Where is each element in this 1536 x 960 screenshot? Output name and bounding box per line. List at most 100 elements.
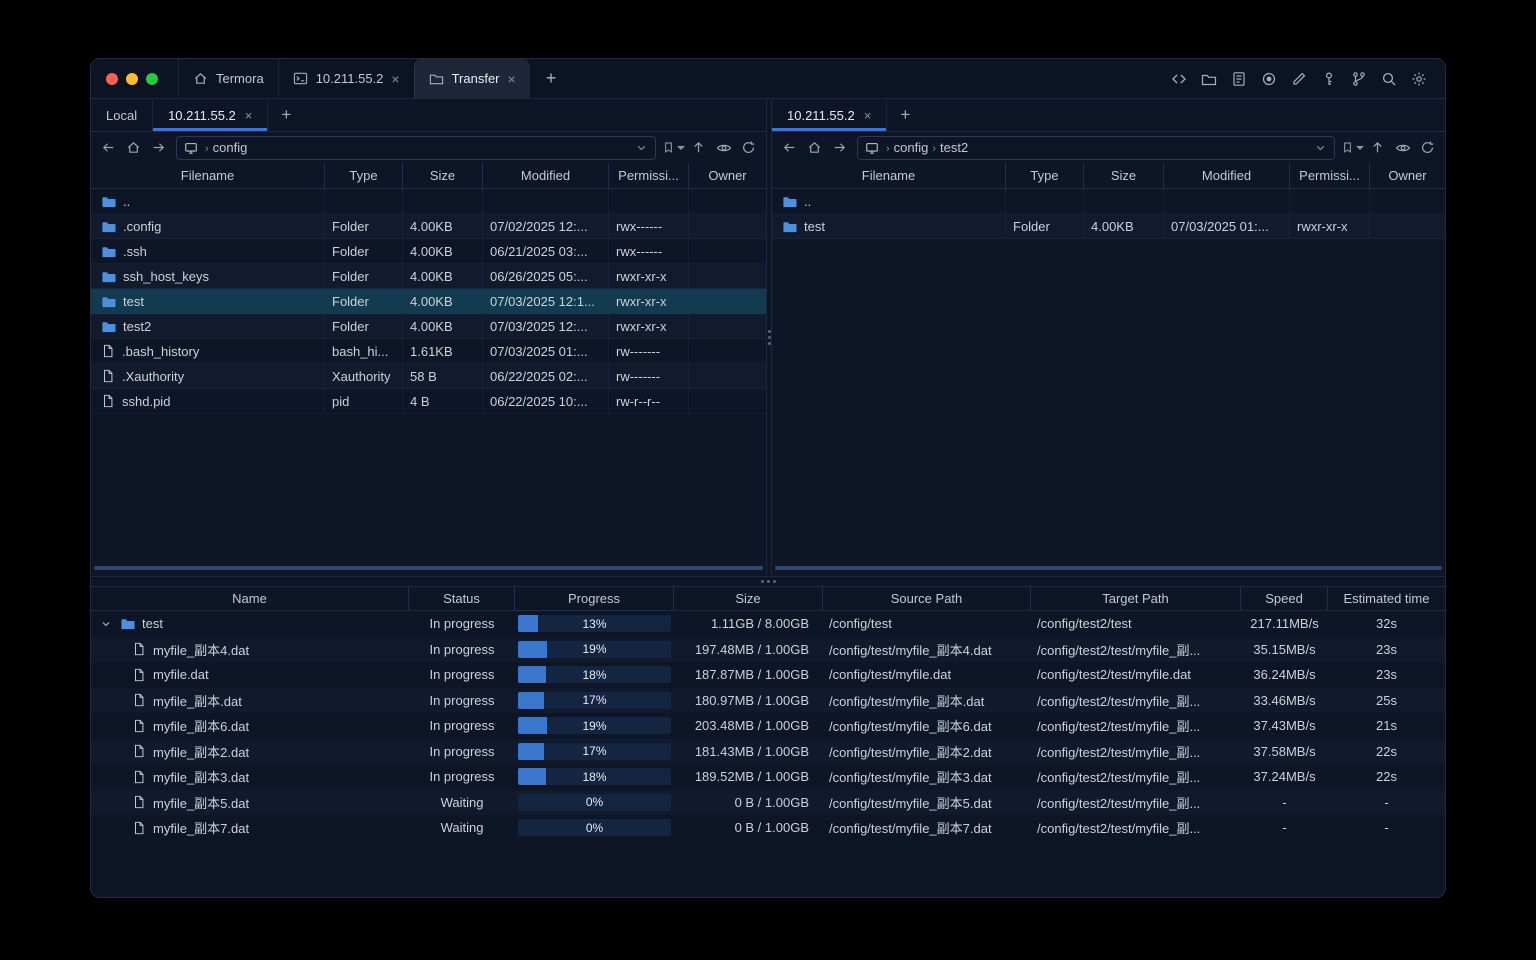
file-icon	[132, 668, 146, 682]
column-header-size[interactable]: Size	[403, 163, 483, 188]
refresh-button[interactable]	[1415, 136, 1440, 160]
horizontal-scrollbar[interactable]	[94, 566, 763, 570]
notes-icon[interactable]	[1227, 67, 1251, 91]
column-header-speed[interactable]: Speed	[1241, 587, 1328, 610]
column-header-estimated-time[interactable]: Estimated time	[1328, 587, 1445, 610]
transfer-speed: -	[1282, 794, 1287, 810]
edit-icon[interactable]	[1287, 67, 1311, 91]
file-row[interactable]: .ssh Folder 4.00KB 06/21/2025 03:... rwx…	[91, 239, 766, 264]
transfer-row[interactable]: myfile_副本4.dat In progress 19% 197.48MB …	[91, 636, 1445, 662]
key-icon[interactable]	[1317, 67, 1341, 91]
transfer-name: myfile_副本.dat	[153, 693, 242, 709]
file-row[interactable]: ..	[91, 189, 766, 214]
show-hidden-files-button[interactable]	[1390, 136, 1415, 160]
add-panel-tab-button[interactable]: +	[887, 99, 923, 131]
new-tab-button[interactable]: +	[530, 59, 573, 98]
breadcrumb-segment[interactable]: config	[894, 140, 929, 155]
column-header-progress[interactable]: Progress	[515, 587, 674, 610]
forward-button[interactable]	[827, 136, 852, 160]
titlebar-tab[interactable]: Transfer ×	[413, 59, 530, 98]
file-row[interactable]: test Folder 4.00KB 07/03/2025 01:... rwx…	[772, 214, 1445, 239]
column-header-type[interactable]: Type	[1006, 163, 1084, 188]
file-row[interactable]: test Folder 4.00KB 07/03/2025 12:1... rw…	[91, 289, 766, 314]
add-panel-tab-button[interactable]: +	[268, 99, 304, 131]
show-hidden-files-button[interactable]	[711, 136, 736, 160]
breadcrumb-segment[interactable]: test2	[940, 140, 968, 155]
close-tab-icon[interactable]: ×	[245, 108, 253, 123]
transfer-row[interactable]: myfile_副本7.dat Waiting 0% 0 B / 1.00GB /…	[91, 815, 1445, 841]
back-button[interactable]	[777, 136, 802, 160]
address-bar[interactable]: › config	[176, 135, 656, 160]
chevron-down-icon[interactable]	[635, 141, 648, 154]
column-header-source-path[interactable]: Source Path	[823, 587, 1031, 610]
close-tab-icon[interactable]: ×	[508, 72, 516, 86]
transfer-row[interactable]: myfile_副本5.dat Waiting 0% 0 B / 1.00GB /…	[91, 789, 1445, 815]
file-type: Folder	[325, 289, 403, 313]
panel-tab[interactable]: 10.211.55.2 ×	[153, 99, 269, 131]
address-bar[interactable]: › config › test2	[857, 135, 1335, 160]
refresh-button[interactable]	[736, 136, 761, 160]
transfer-row[interactable]: myfile_副本3.dat In progress 18% 189.52MB …	[91, 764, 1445, 790]
file-size: 4.00KB	[403, 264, 483, 288]
file-row[interactable]: ..	[772, 189, 1445, 214]
parent-directory-button[interactable]	[686, 136, 711, 160]
column-header-status[interactable]: Status	[409, 587, 515, 610]
column-header-size[interactable]: Size	[1084, 163, 1164, 188]
close-window-button[interactable]	[106, 72, 118, 85]
titlebar-tab[interactable]: Termora ×	[178, 59, 278, 98]
column-header-filename[interactable]: Filename	[91, 163, 325, 188]
transfer-speed: 36.24MB/s	[1253, 667, 1316, 683]
column-header-permissions[interactable]: Permissi...	[609, 163, 689, 188]
close-tab-icon[interactable]: ×	[864, 108, 872, 123]
folder-icon[interactable]	[1197, 67, 1221, 91]
code-icon[interactable]	[1167, 67, 1191, 91]
record-icon[interactable]	[1257, 67, 1281, 91]
home-button[interactable]	[802, 136, 827, 160]
column-header-name[interactable]: Name	[91, 587, 409, 610]
column-header-type[interactable]: Type	[325, 163, 403, 188]
transfer-row[interactable]: myfile_副本.dat In progress 17% 180.97MB /…	[91, 687, 1445, 713]
forward-button[interactable]	[146, 136, 171, 160]
zoom-window-button[interactable]	[146, 72, 158, 85]
column-header-target-path[interactable]: Target Path	[1031, 587, 1241, 610]
branch-icon[interactable]	[1347, 67, 1371, 91]
file-owner	[1370, 189, 1445, 213]
column-header-owner[interactable]: Owner	[689, 163, 766, 188]
close-tab-icon[interactable]: ×	[391, 72, 399, 86]
breadcrumb-segment[interactable]: config	[213, 140, 248, 155]
column-header-filename[interactable]: Filename	[772, 163, 1006, 188]
column-header-owner[interactable]: Owner	[1370, 163, 1445, 188]
column-header-permissions[interactable]: Permissi...	[1290, 163, 1370, 188]
bookmark-button[interactable]	[1340, 136, 1365, 160]
file-row[interactable]: .Xauthority Xauthority 58 B 06/22/2025 0…	[91, 364, 766, 389]
column-header-modified[interactable]: Modified	[1164, 163, 1290, 188]
parent-directory-button[interactable]	[1365, 136, 1390, 160]
transfer-row[interactable]: myfile_副本6.dat In progress 19% 203.48MB …	[91, 713, 1445, 739]
titlebar-tab[interactable]: 10.211.55.2 ×	[277, 59, 414, 98]
horizontal-scrollbar[interactable]	[775, 566, 1442, 570]
file-row[interactable]: .config Folder 4.00KB 07/02/2025 12:... …	[91, 214, 766, 239]
transfer-row[interactable]: myfile.dat In progress 18% 187.87MB / 1.…	[91, 662, 1445, 688]
column-header-size[interactable]: Size	[674, 587, 823, 610]
minimize-window-button[interactable]	[126, 72, 138, 85]
transfer-row[interactable]: test In progress 13% 1.11GB / 8.00GB /co…	[91, 611, 1445, 637]
file-row[interactable]: test2 Folder 4.00KB 07/03/2025 12:... rw…	[91, 314, 766, 339]
back-button[interactable]	[96, 136, 121, 160]
transfer-row[interactable]: myfile_副本2.dat In progress 17% 181.43MB …	[91, 738, 1445, 764]
panel-tab[interactable]: 10.211.55.2 ×	[772, 99, 888, 131]
home-button[interactable]	[121, 136, 146, 160]
panel-tab[interactable]: Local ×	[91, 99, 154, 131]
search-icon[interactable]	[1377, 67, 1401, 91]
bookmark-button[interactable]	[661, 136, 686, 160]
file-icon	[132, 642, 146, 656]
settings-icon[interactable]	[1407, 67, 1431, 91]
file-owner	[689, 364, 766, 388]
transfer-splitter[interactable]	[91, 577, 1445, 586]
column-header-modified[interactable]: Modified	[483, 163, 609, 188]
file-row[interactable]: sshd.pid pid 4 B 06/22/2025 10:... rw-r-…	[91, 389, 766, 414]
chevron-down-icon[interactable]	[1314, 141, 1327, 154]
file-row[interactable]: .bash_history bash_hi... 1.61KB 07/03/20…	[91, 339, 766, 364]
collapse-icon[interactable]	[99, 618, 113, 630]
transfer-source-path: /config/test/myfile_副本7.dat	[829, 821, 992, 837]
file-row[interactable]: ssh_host_keys Folder 4.00KB 06/26/2025 0…	[91, 264, 766, 289]
